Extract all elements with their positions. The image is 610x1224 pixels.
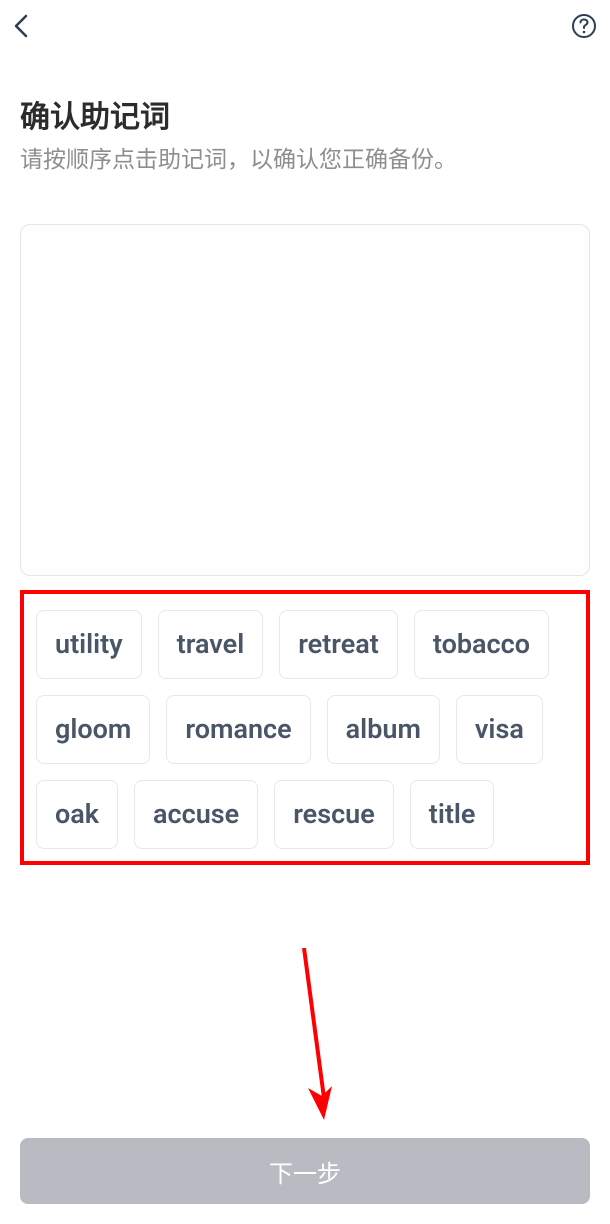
help-icon[interactable] [570, 12, 598, 40]
word-chip[interactable]: title [410, 780, 495, 849]
word-chip[interactable]: visa [456, 695, 543, 764]
selected-words-area[interactable] [20, 224, 590, 576]
word-chip[interactable]: retreat [279, 610, 398, 679]
word-chip[interactable]: rescue [274, 780, 394, 849]
words-container: utility travel retreat tobacco gloom rom… [20, 590, 590, 865]
header [0, 0, 610, 52]
arrow-annotation-icon [294, 948, 354, 1128]
word-chip[interactable]: oak [36, 780, 118, 849]
word-chip[interactable]: accuse [134, 780, 258, 849]
next-button[interactable]: 下一步 [20, 1138, 590, 1204]
word-chip[interactable]: romance [166, 695, 310, 764]
word-chip[interactable]: utility [36, 610, 142, 679]
page-title: 确认助记词 [20, 92, 590, 136]
word-chip[interactable]: album [327, 695, 440, 764]
back-icon[interactable] [8, 12, 36, 40]
word-chip[interactable]: gloom [36, 695, 150, 764]
page-subtitle: 请按顺序点击助记词，以确认您正确备份。 [20, 144, 590, 176]
word-chip[interactable]: tobacco [414, 610, 549, 679]
content: 确认助记词 请按顺序点击助记词，以确认您正确备份。 utility travel… [0, 92, 610, 865]
word-chip[interactable]: travel [158, 610, 264, 679]
